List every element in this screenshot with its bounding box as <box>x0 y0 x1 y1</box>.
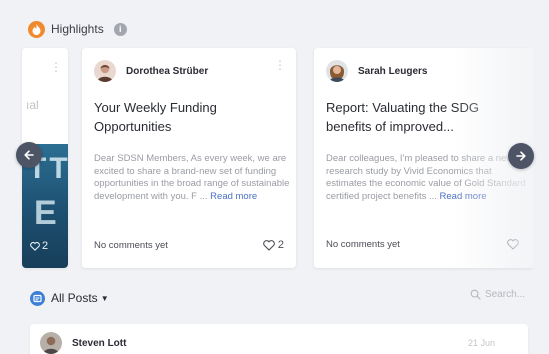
like-button[interactable]: 2 <box>263 239 284 251</box>
read-more-link[interactable]: Read more <box>210 191 257 202</box>
search-icon <box>470 289 481 300</box>
carousel-prev-button[interactable] <box>16 142 42 168</box>
card-footer: No comments yet 2 <box>94 239 284 251</box>
more-vertical-icon[interactable]: ⋮ <box>274 59 286 71</box>
search-box[interactable]: Search... <box>470 289 525 300</box>
carousel-next-button[interactable] <box>508 143 534 169</box>
highlights-carousel: ⋮ ıal TT E 2 Dorothea Strüber ⋮ Your Wee… <box>0 46 549 270</box>
post-list-item[interactable]: Steven Lott 21 Jun <box>30 324 528 354</box>
card-footer: No comments yet <box>326 239 522 250</box>
author-name[interactable]: Sarah Leugers <box>358 66 427 77</box>
like-count[interactable]: 2 <box>30 240 48 252</box>
highlight-card[interactable]: Sarah Leugers Report: Valuating the SDG … <box>314 48 534 268</box>
arrow-right-icon <box>516 151 526 161</box>
card-partial-title: ıal <box>26 98 39 112</box>
like-button[interactable] <box>507 239 522 250</box>
highlights-title: Highlights <box>51 22 104 36</box>
heart-icon <box>263 239 275 251</box>
card-excerpt-text: Dear SDSN Members, As every week, we are… <box>94 153 290 202</box>
author-name[interactable]: Steven Lott <box>72 338 126 349</box>
more-vertical-icon[interactable]: ⋮ <box>50 60 62 74</box>
highlight-card[interactable]: Dorothea Strüber ⋮ Your Weekly Funding O… <box>82 48 296 268</box>
comments-status[interactable]: No comments yet <box>94 240 168 251</box>
read-more-link[interactable]: Read more <box>440 191 487 202</box>
card-excerpt: Dear colleagues, I'm pleased to share a … <box>326 153 526 203</box>
all-posts-title[interactable]: All Posts <box>51 291 98 305</box>
card-author[interactable]: Sarah Leugers <box>326 60 427 82</box>
card-excerpt: Dear SDSN Members, As every week, we are… <box>94 153 294 203</box>
avatar[interactable] <box>326 60 348 82</box>
heart-icon <box>30 241 40 251</box>
image-lettering: E <box>34 194 57 232</box>
post-date: 21 Jun <box>468 338 496 348</box>
card-author[interactable]: Dorothea Strüber <box>94 60 208 82</box>
like-count-value: 2 <box>42 240 49 252</box>
author-name[interactable]: Dorothea Strüber <box>126 66 208 77</box>
flame-icon <box>28 20 45 38</box>
info-icon[interactable]: i <box>113 22 127 36</box>
heart-icon <box>507 239 519 250</box>
all-posts-dropdown[interactable]: All Posts ▼ <box>30 287 109 309</box>
card-excerpt-text: Dear colleagues, I'm pleased to share a … <box>326 153 526 202</box>
chevron-down-icon[interactable]: ▼ <box>101 294 109 303</box>
arrow-left-icon <box>24 150 34 160</box>
card-title[interactable]: Your Weekly Funding Opportunities <box>94 98 290 136</box>
like-count-value: 2 <box>277 239 284 251</box>
posts-icon <box>30 290 45 306</box>
comments-status[interactable]: No comments yet <box>326 239 400 250</box>
post-author[interactable]: Steven Lott <box>40 332 126 354</box>
avatar[interactable] <box>94 60 116 82</box>
search-input[interactable]: Search... <box>485 289 525 300</box>
highlights-header: Highlights i <box>28 18 127 40</box>
card-title[interactable]: Report: Valuating the SDG benefits of im… <box>326 98 522 136</box>
avatar[interactable] <box>40 332 62 354</box>
